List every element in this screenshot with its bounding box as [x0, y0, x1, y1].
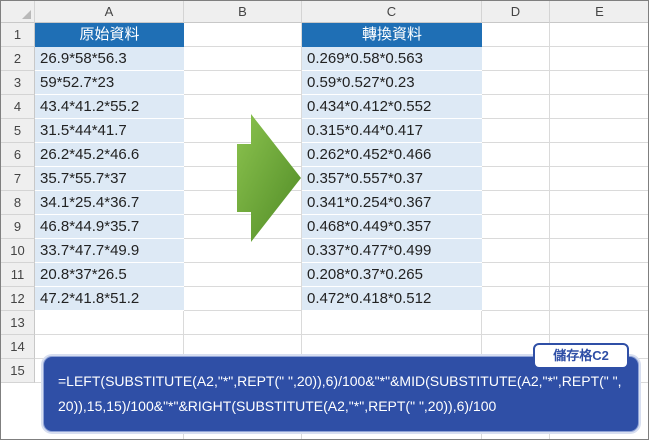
row-header-1[interactable]: 1 — [1, 23, 35, 47]
grid-row-line — [35, 334, 648, 335]
right-arrow-icon — [237, 114, 301, 242]
cell-c12[interactable]: 0.472*0.418*0.512 — [302, 287, 482, 311]
column-header-a[interactable]: A — [35, 1, 184, 23]
row-header-10[interactable]: 10 — [1, 239, 35, 263]
row-header-15[interactable]: 15 — [1, 359, 35, 383]
row-header-6[interactable]: 6 — [1, 143, 35, 167]
row-header-2[interactable]: 2 — [1, 47, 35, 71]
cell-a7[interactable]: 35.7*55.7*37 — [35, 167, 184, 191]
cell-a2[interactable]: 26.9*58*56.3 — [35, 47, 184, 71]
cell-c5[interactable]: 0.315*0.44*0.417 — [302, 119, 482, 143]
row-header-3[interactable]: 3 — [1, 71, 35, 95]
cell-a10[interactable]: 33.7*47.7*49.9 — [35, 239, 184, 263]
select-all-triangle-icon — [22, 10, 31, 19]
cell-c4[interactable]: 0.434*0.412*0.552 — [302, 95, 482, 119]
cell-a3[interactable]: 59*52.7*23 — [35, 71, 184, 95]
column-header-c[interactable]: C — [302, 1, 482, 23]
row-header-9[interactable]: 9 — [1, 215, 35, 239]
row-header-7[interactable]: 7 — [1, 167, 35, 191]
select-all-corner[interactable] — [1, 1, 35, 23]
row-header-14[interactable]: 14 — [1, 335, 35, 359]
converted-data-header[interactable]: 轉換資料 — [302, 23, 482, 47]
cell-c6[interactable]: 0.262*0.452*0.466 — [302, 143, 482, 167]
cell-a6[interactable]: 26.2*45.2*46.6 — [35, 143, 184, 167]
column-header-b[interactable]: B — [184, 1, 302, 23]
row-header-12[interactable]: 12 — [1, 287, 35, 311]
cell-c3[interactable]: 0.59*0.527*0.23 — [302, 71, 482, 95]
cell-c2[interactable]: 0.269*0.58*0.563 — [302, 47, 482, 71]
cell-c7[interactable]: 0.357*0.557*0.37 — [302, 167, 482, 191]
cell-a11[interactable]: 20.8*37*26.5 — [35, 263, 184, 287]
cell-a4[interactable]: 43.4*41.2*55.2 — [35, 95, 184, 119]
column-header-e[interactable]: E — [550, 1, 648, 23]
row-header-11[interactable]: 11 — [1, 263, 35, 287]
formula-text: =LEFT(SUBSTITUTE(A2,"*",REPT(" ",20)),6)… — [58, 373, 622, 414]
cell-a5[interactable]: 31.5*44*41.7 — [35, 119, 184, 143]
cell-c11[interactable]: 0.208*0.37*0.265 — [302, 263, 482, 287]
row-header-8[interactable]: 8 — [1, 191, 35, 215]
cell-a12[interactable]: 47.2*41.8*51.2 — [35, 287, 184, 311]
row-header-5[interactable]: 5 — [1, 119, 35, 143]
cell-c10[interactable]: 0.337*0.477*0.499 — [302, 239, 482, 263]
cell-a8[interactable]: 34.1*25.4*36.7 — [35, 191, 184, 215]
row-header-4[interactable]: 4 — [1, 95, 35, 119]
cell-reference-badge: 儲存格C2 — [533, 343, 629, 369]
column-header-d[interactable]: D — [482, 1, 550, 23]
cell-c8[interactable]: 0.341*0.254*0.367 — [302, 191, 482, 215]
source-data-header[interactable]: 原始資料 — [35, 23, 184, 47]
cell-a9[interactable]: 46.8*44.9*35.7 — [35, 215, 184, 239]
cell-c9[interactable]: 0.468*0.449*0.357 — [302, 215, 482, 239]
row-header-13[interactable]: 13 — [1, 311, 35, 335]
